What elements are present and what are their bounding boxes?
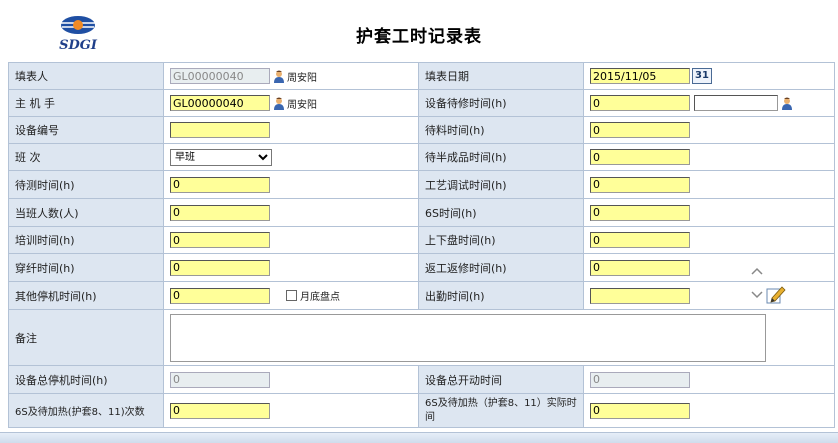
repair-wait-input[interactable] [590,95,690,111]
process-debug-input[interactable] [590,176,690,193]
label-attendance: 出勤时间(h) [418,281,584,310]
person-picker-icon[interactable] [781,97,793,110]
label-6s-time: 6S时间(h) [418,198,584,227]
label-fiber-threading: 穿纤时间(h) [8,253,164,282]
6s-heat-time-input[interactable] [590,402,690,419]
label-6s-heat-count: 6S及待加热(护套8、11)次数 [8,393,164,428]
label-total-stop: 设备总停机时间(h) [8,365,164,394]
person-picker-icon[interactable] [273,97,285,110]
reel-change-input[interactable] [590,232,690,248]
repair-person-input[interactable] [694,95,778,111]
textarea-scroll-arrows[interactable] [750,265,764,301]
other-stop-input[interactable] [170,287,270,304]
label-filler: 填表人 [8,62,164,90]
rework-input[interactable] [590,259,690,276]
header: SDGI 护套工时记录表 [0,0,838,62]
test-wait-input[interactable] [170,176,270,193]
attendance-input[interactable] [590,287,690,304]
material-wait-input[interactable] [590,122,690,138]
label-equipment-no: 设备编号 [8,116,164,144]
label-other-stop: 其他停机时间(h) [8,281,164,310]
label-rework: 返工返修时间(h) [418,253,584,282]
6s-time-input[interactable] [590,204,690,221]
operator-name: 周安阳 [287,99,317,111]
label-remarks: 备注 [8,309,164,366]
label-operator: 主 机 手 [8,89,164,117]
label-6s-heat-time: 6S及待加热（护套8、11）实际时间 [418,393,584,428]
label-shift: 班 次 [8,143,164,171]
label-test-wait: 待测时间(h) [8,170,164,199]
label-training: 培训时间(h) [8,226,164,254]
total-run-input [590,371,690,388]
filler-input[interactable] [170,68,270,84]
filler-name: 周安阳 [287,72,317,84]
calendar-icon[interactable]: 31 [692,68,712,84]
shift-select[interactable]: 早班 [170,148,272,166]
label-total-run: 设备总开动时间 [418,365,584,394]
label-repair-wait: 设备待修时间(h) [418,89,584,117]
label-process-debug: 工艺调试时间(h) [418,170,584,199]
month-end-checkbox[interactable] [286,290,297,301]
label-material-wait: 待料时间(h) [418,116,584,144]
label-reel-change: 上下盘时间(h) [418,226,584,254]
month-end-label: 月底盘点 [300,292,340,303]
operator-input[interactable] [170,95,270,111]
6s-heat-count-input[interactable] [170,402,270,419]
staff-count-input[interactable] [170,204,270,221]
equipment-no-input[interactable] [170,122,270,138]
label-staff-count: 当班人数(人) [8,198,164,227]
person-picker-icon[interactable] [273,70,285,83]
edit-pencil-icon[interactable] [766,284,786,304]
total-stop-input [170,371,270,388]
label-fill-date: 填表日期 [418,62,584,90]
fill-date-input[interactable] [590,68,690,84]
semi-wait-input[interactable] [590,149,690,165]
fiber-threading-input[interactable] [170,259,270,276]
record-form: 填表人 周安阳 填表日期 31 主 机 手 周安阳 设备待修时间(h) 设备编号… [8,62,835,428]
training-input[interactable] [170,232,270,248]
label-semi-wait: 待半成品时间(h) [418,143,584,171]
bottom-scrollbar[interactable] [0,432,838,443]
remarks-textarea[interactable] [170,313,766,362]
page-title: 护套工时记录表 [356,27,482,47]
